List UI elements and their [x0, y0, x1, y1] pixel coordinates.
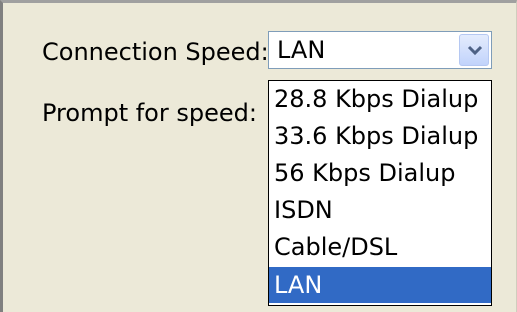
connection-speed-select[interactable]: LAN [268, 31, 492, 69]
option-isdn[interactable]: ISDN [269, 192, 491, 228]
settings-panel: Connection Speed: Prompt for speed: LAN … [0, 0, 517, 312]
connection-speed-value: LAN [277, 36, 326, 64]
prompt-for-speed-label: Prompt for speed: [42, 99, 257, 127]
connection-speed-label: Connection Speed: [42, 38, 269, 66]
option-cable-dsl[interactable]: Cable/DSL [269, 229, 491, 265]
chevron-down-icon [467, 45, 483, 56]
option-28-8-kbps-dialup[interactable]: 28.8 Kbps Dialup [269, 81, 491, 117]
connection-speed-dropdown-list: 28.8 Kbps Dialup 33.6 Kbps Dialup 56 Kbp… [268, 80, 492, 306]
option-lan[interactable]: LAN [269, 267, 491, 303]
dropdown-button[interactable] [459, 34, 489, 66]
option-33-6-kbps-dialup[interactable]: 33.6 Kbps Dialup [269, 118, 491, 154]
option-56-kbps-dialup[interactable]: 56 Kbps Dialup [269, 155, 491, 191]
